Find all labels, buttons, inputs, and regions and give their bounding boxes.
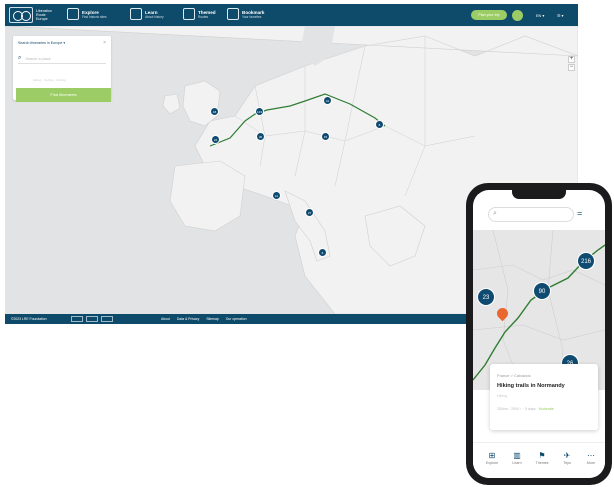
map-cluster[interactable]: 41 (323, 96, 332, 105)
tab-label: Explore (485, 461, 499, 465)
nav-bookmark[interactable]: Bookmark Your favorites (227, 8, 264, 20)
nav-themed-sub: Routes (198, 14, 209, 19)
map-cluster[interactable]: 123 (255, 107, 264, 116)
brand-name: Liberation Route Europe (36, 9, 52, 21)
bottom-tab-bar: ⊞ Explore ▥ Learn ⚑ Themes ✈ Trips ⋯ More (473, 442, 605, 478)
card-meta: 250km · 2500 ↑ · 5 days · Moderate (497, 407, 554, 411)
more-icon: ⋯ (587, 451, 595, 460)
marketing-stage: Liberation Route Europe Explore Find hist… (0, 0, 614, 487)
nav-explore-sub: Find historic sites (82, 14, 107, 19)
card-type: Hiking (497, 394, 507, 398)
partner-logo-icon (101, 316, 113, 322)
plan-trip-button[interactable]: Plan your trip (471, 10, 507, 20)
themed-icon (183, 8, 195, 20)
footer-links: About Data & Privacy Sitemap Our operati… (161, 317, 247, 321)
itinerary-card[interactable]: France > Calvados Hiking trails in Norma… (490, 364, 598, 430)
phone-frame: 23 90 216 26 ⌕ ⚌ France > Calvados Hikin… (466, 183, 612, 485)
nav-learn-sub: About history (145, 14, 164, 19)
zoom-in-button[interactable]: + (568, 56, 575, 63)
map-cluster[interactable]: 6 (318, 248, 327, 257)
partner-logos (71, 316, 113, 322)
partner-logo-icon (86, 316, 98, 322)
tab-explore[interactable]: ⊞ Explore (481, 451, 503, 465)
nav-explore[interactable]: Explore Find historic sites (67, 8, 107, 20)
brand-logo[interactable]: Liberation Route Europe (9, 7, 54, 23)
tab-more[interactable]: ⋯ More (580, 451, 602, 465)
search-input[interactable]: ⌕ Search a place (18, 54, 106, 64)
zoom-out-button[interactable]: − (568, 64, 575, 71)
tab-label: Learn (512, 461, 522, 465)
themes-icon: ⚑ (538, 451, 546, 460)
tab-trips[interactable]: ✈ Trips (556, 451, 578, 465)
card-breadcrumb: France > Calvados (497, 373, 531, 378)
map-cluster[interactable]: 8 (375, 120, 384, 129)
learn-icon: ▥ (513, 451, 521, 460)
eu-logo-icon (71, 316, 83, 322)
nav-themed[interactable]: Themed Routes (183, 8, 216, 20)
trips-icon: ✈ (563, 451, 571, 460)
map-cluster[interactable]: 24 (211, 135, 220, 144)
phone-screen: 23 90 216 26 ⌕ ⚌ France > Calvados Hikin… (473, 190, 605, 478)
map-cluster[interactable]: 90 (533, 282, 551, 300)
copyright: ©2023 LRE Foundation (11, 317, 47, 321)
footer-link-operation[interactable]: Our operation (226, 317, 247, 321)
tab-label: Trips (563, 461, 571, 465)
bookmark-icon (227, 8, 239, 20)
map-cluster[interactable]: 15 (321, 132, 330, 141)
map-cluster[interactable]: 30 (256, 132, 265, 141)
card-difficulty: Moderate (538, 407, 554, 411)
filter-icon[interactable]: ⚌ (577, 210, 582, 217)
close-icon[interactable]: × (103, 40, 106, 46)
map-cluster[interactable]: 27 (305, 208, 314, 217)
nav-bookmark-sub: Your favorites (242, 14, 262, 19)
search-icon: ⌕ (493, 210, 497, 217)
phone-search-input[interactable]: ⌕ (488, 207, 574, 222)
phone-notch (512, 190, 566, 199)
find-itineraries-button[interactable]: Find itineraries (16, 88, 111, 102)
tab-themes[interactable]: ⚑ Themes (531, 451, 553, 465)
explore-icon (67, 8, 79, 20)
map-cluster[interactable]: 11 (272, 191, 281, 200)
footer-link-privacy[interactable]: Data & Privacy (177, 317, 199, 321)
footer-link-about[interactable]: About (161, 317, 170, 321)
search-panel-title[interactable]: Search itineraries in Europe ▾ (18, 41, 65, 45)
map-cluster[interactable]: 23 (477, 288, 495, 306)
tab-label: Themes (535, 461, 549, 465)
card-meta-text: 250km · 2500 ↑ · 5 days · (497, 407, 539, 411)
language-select[interactable]: EN ▾ (536, 13, 544, 18)
search-icon: ⌕ (18, 55, 22, 61)
card-title: Hiking trails in Normandy (497, 383, 565, 389)
footer-link-sitemap[interactable]: Sitemap (206, 317, 218, 321)
avatar[interactable] (512, 10, 523, 21)
learn-icon (130, 8, 142, 20)
explore-icon: ⊞ (488, 451, 496, 460)
logo-icon (9, 7, 33, 23)
map-cluster[interactable]: 18 (210, 107, 219, 116)
map-cluster[interactable]: 216 (577, 252, 595, 270)
tab-learn[interactable]: ▥ Learn (506, 451, 528, 465)
menu-button[interactable]: ☰ ▾ (557, 13, 563, 18)
top-navigation-bar: Liberation Route Europe Explore Find hist… (5, 4, 578, 26)
search-placeholder: Search a place (25, 56, 51, 61)
search-options[interactable]: Hiking · Cycling · Driving (33, 78, 66, 82)
nav-learn[interactable]: Learn About history (130, 8, 164, 20)
tab-label: More (586, 461, 596, 465)
